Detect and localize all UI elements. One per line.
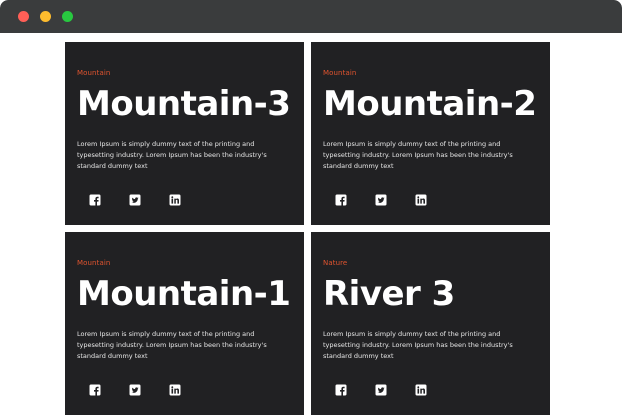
linkedin-icon[interactable] — [415, 194, 427, 206]
card-title: Mountain-3 — [77, 84, 291, 124]
card-title: Mountain-2 — [323, 84, 537, 124]
linkedin-icon[interactable] — [169, 384, 181, 396]
card-category[interactable]: Mountain — [77, 259, 110, 267]
card-description: Lorem Ipsum is simply dummy text of the … — [323, 140, 513, 170]
linkedin-icon[interactable] — [169, 194, 181, 206]
minimize-window-button[interactable] — [40, 11, 51, 22]
twitter-icon[interactable] — [129, 194, 141, 206]
social-links — [89, 384, 289, 398]
social-links — [89, 194, 289, 208]
social-links — [335, 194, 535, 208]
social-links — [335, 384, 535, 398]
browser-window: Mountain Mountain-3 Lorem Ipsum is simpl… — [0, 0, 622, 415]
card-category[interactable]: Mountain — [323, 69, 356, 77]
close-window-button[interactable] — [18, 11, 29, 22]
maximize-window-button[interactable] — [62, 11, 73, 22]
twitter-icon[interactable] — [129, 384, 141, 396]
twitter-icon[interactable] — [375, 384, 387, 396]
card-mountain-3[interactable]: Mountain Mountain-3 Lorem Ipsum is simpl… — [65, 42, 304, 225]
card-category[interactable]: Mountain — [77, 69, 110, 77]
card-grid: Mountain Mountain-3 Lorem Ipsum is simpl… — [65, 42, 550, 415]
facebook-icon[interactable] — [335, 194, 347, 206]
twitter-icon[interactable] — [375, 194, 387, 206]
card-description: Lorem Ipsum is simply dummy text of the … — [323, 330, 513, 360]
card-mountain-1[interactable]: Mountain Mountain-1 Lorem Ipsum is simpl… — [65, 232, 304, 415]
facebook-icon[interactable] — [89, 384, 101, 396]
linkedin-icon[interactable] — [415, 384, 427, 396]
card-title: River 3 — [323, 274, 455, 314]
facebook-icon[interactable] — [335, 384, 347, 396]
card-category[interactable]: Nature — [323, 259, 347, 267]
card-description: Lorem Ipsum is simply dummy text of the … — [77, 140, 267, 170]
facebook-icon[interactable] — [89, 194, 101, 206]
card-title: Mountain-1 — [77, 274, 291, 314]
card-mountain-2[interactable]: Mountain Mountain-2 Lorem Ipsum is simpl… — [311, 42, 550, 225]
card-river-3[interactable]: Nature River 3 Lorem Ipsum is simply dum… — [311, 232, 550, 415]
card-description: Lorem Ipsum is simply dummy text of the … — [77, 330, 267, 360]
window-titlebar — [0, 0, 622, 33]
